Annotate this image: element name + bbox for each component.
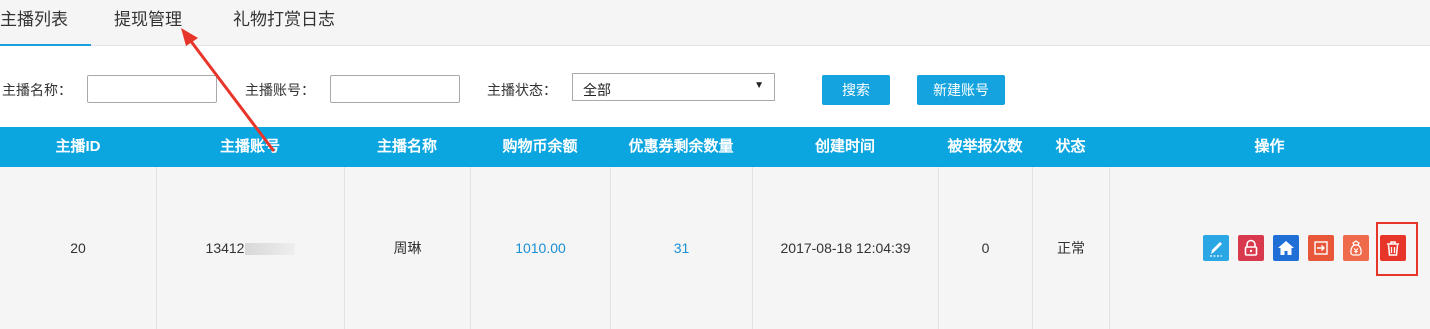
table-header: 主播ID 主播账号 主播名称 购物币余额 优惠券剩余数量 创建时间 被举报次数 … (0, 127, 1430, 167)
anchor-status-label: 主播状态： (487, 82, 557, 98)
col-actions: 操作 (1254, 138, 1285, 155)
anchor-name-label: 主播名称： (2, 82, 72, 98)
new-account-button[interactable]: 新建账号 (917, 75, 1005, 105)
anchor-account-label: 主播账号： (245, 82, 315, 98)
col-coupons: 优惠券剩余数量 (628, 138, 734, 155)
cell-balance-link[interactable]: 1010.00 (470, 167, 610, 329)
cell-coupons-link[interactable]: 31 (610, 167, 752, 329)
cell-anchor-name: 周琳 (344, 167, 470, 329)
delete-highlight-box (1376, 222, 1418, 276)
col-anchor-id: 主播ID (55, 138, 101, 155)
money-bag-icon[interactable] (1343, 235, 1369, 261)
chevron-down-icon: ▼ (754, 80, 764, 91)
anchor-account-input[interactable] (330, 75, 460, 103)
col-status: 状态 (1055, 138, 1086, 155)
col-balance: 购物币余额 (502, 138, 578, 155)
col-anchor-name: 主播名称 (376, 138, 437, 155)
table-row: 20 13412 周琳 1010.00 31 2017-08-18 12:04:… (0, 167, 1430, 329)
cell-status: 正常 (1032, 167, 1109, 329)
cell-created: 2017-08-18 12:04:39 (752, 167, 938, 329)
cell-anchor-id: 20 (70, 240, 86, 256)
cell-anchor-account: 13412 (156, 167, 344, 329)
col-created: 创建时间 (814, 138, 875, 155)
col-reports: 被举报次数 (947, 138, 1023, 155)
tab-withdrawal[interactable]: 提现管理 (98, 0, 198, 46)
filter-bar: 主播名称： 主播账号： 主播状态： 全部 ▼ 搜索 新建账号 (0, 60, 1430, 108)
search-button[interactable]: 搜索 (822, 75, 890, 105)
tab-anchor-list[interactable]: 主播列表 (0, 0, 91, 46)
account-visible-text: 13412 (205, 240, 245, 256)
redacted-blur (245, 243, 296, 256)
cell-reports: 0 (938, 167, 1032, 329)
anchor-status-select[interactable]: 全部 ▼ (572, 73, 775, 101)
col-anchor-account: 主播账号 (219, 138, 280, 155)
home-icon[interactable] (1273, 235, 1299, 261)
login-icon[interactable] (1308, 235, 1334, 261)
lock-icon[interactable] (1238, 235, 1264, 261)
anchor-name-input[interactable] (87, 75, 217, 103)
status-selected-value: 全部 (583, 82, 611, 98)
edit-icon[interactable] (1203, 235, 1229, 261)
tab-bar: 主播列表 提现管理 礼物打赏日志 (0, 0, 1430, 46)
tab-gift-log[interactable]: 礼物打赏日志 (214, 0, 354, 46)
